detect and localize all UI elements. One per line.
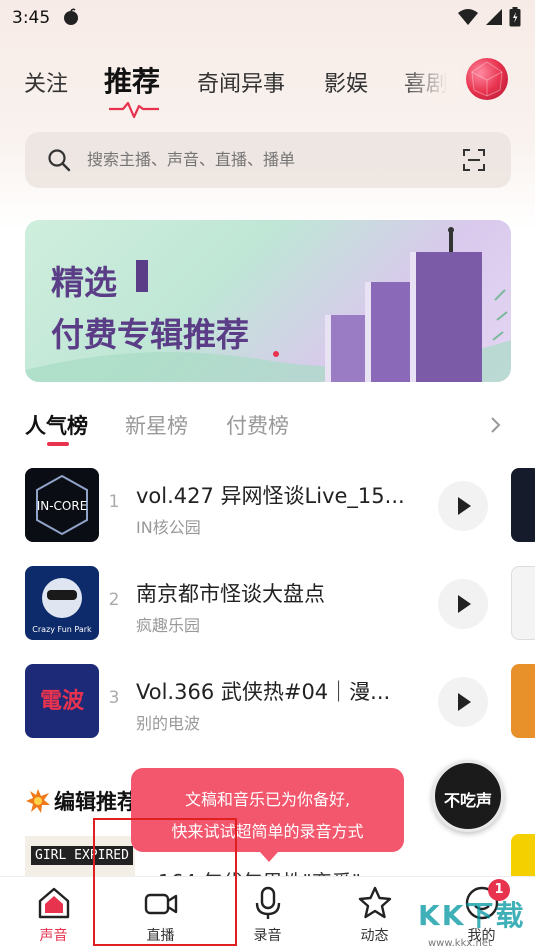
play-icon — [458, 693, 471, 711]
rank-tab-underline — [47, 442, 69, 446]
rank-number: 1 — [108, 492, 120, 512]
rank-number: 2 — [108, 590, 120, 610]
floating-player-label: 不吃声 — [443, 791, 492, 810]
floating-player[interactable]: 不吃声 — [432, 760, 504, 832]
album-cover: Crazy Fun Park — [25, 566, 99, 640]
nav-label: 声音 — [39, 928, 68, 944]
tab-strange-stories[interactable]: 奇闻异事 — [197, 66, 285, 98]
rank-number: 3 — [108, 688, 120, 708]
chevron-right-icon[interactable] — [489, 416, 501, 434]
wifi-icon — [458, 9, 478, 25]
tab-follow[interactable]: 关注 — [24, 66, 68, 98]
crazy-fun-park-cover-art: Crazy Fun Park — [32, 578, 92, 634]
status-bar: 3:45 — [0, 0, 535, 36]
search-bar[interactable] — [25, 132, 511, 188]
play-icon — [458, 497, 471, 515]
row-author: 别的电波 — [136, 714, 201, 733]
nav-sound[interactable]: 声音 — [0, 877, 107, 951]
banner-page-dot — [273, 351, 279, 357]
scan-icon[interactable] — [462, 148, 486, 172]
tooltip-line1: 文稿和音乐已为你备好, — [184, 790, 351, 809]
ranking-tabs: 人气榜 新星榜 付费榜 — [25, 408, 511, 448]
album-cover: IN-CORE — [25, 468, 99, 542]
album-cover: 電波 — [25, 664, 99, 738]
dianbo-cover-art: 電波 — [40, 689, 85, 714]
search-input[interactable] — [87, 132, 447, 188]
home-icon — [38, 887, 70, 919]
app-notification-icon — [64, 8, 78, 25]
signal-icon — [486, 9, 502, 25]
ranking-row[interactable]: IN-CORE 1 vol.427 异网怪谈Live_15... IN核公园 — [25, 468, 490, 544]
promo-banner[interactable]: 精选 付费专辑推荐 — [25, 220, 511, 382]
row-author: 疯趣乐园 — [136, 616, 201, 635]
banner-title-line1: 精选 — [51, 263, 117, 302]
nav-feed[interactable]: 动态 — [321, 877, 428, 951]
row-title: vol.427 异网怪谈Live_15... — [136, 484, 405, 508]
tooltip-arrow — [260, 852, 278, 862]
star-icon — [358, 886, 392, 919]
tab-recommend[interactable]: 推荐 — [104, 60, 160, 100]
tab-active-indicator — [109, 101, 159, 119]
svg-text:Crazy Fun Park: Crazy Fun Park — [32, 625, 92, 634]
svg-text:電波: 電波 — [40, 689, 85, 714]
ranking-row[interactable]: Crazy Fun Park 2 南京都市怪谈大盘点 疯趣乐园 — [25, 566, 490, 642]
next-column-cover-peek[interactable] — [511, 664, 535, 738]
play-button[interactable] — [438, 677, 488, 727]
status-time: 3:45 — [12, 8, 51, 28]
rank-tab-popular[interactable]: 人气榜 — [25, 410, 88, 440]
microphone-icon — [255, 886, 281, 919]
svg-text:IN-CORE: IN-CORE — [37, 499, 88, 513]
rank-tab-new-star[interactable]: 新星榜 — [125, 410, 188, 440]
editor-section-title: 编辑推荐 — [54, 790, 138, 814]
row-title: Vol.366 武侠热#04｜漫... — [136, 680, 391, 704]
banner-accent-bar — [136, 260, 148, 292]
avatar-pattern-icon — [471, 61, 503, 97]
play-button[interactable] — [438, 481, 488, 531]
user-avatar[interactable] — [466, 58, 508, 100]
battery-icon — [509, 7, 521, 27]
tabs-fade — [400, 66, 460, 102]
row-author: IN核公园 — [136, 518, 201, 537]
search-icon — [48, 149, 71, 172]
next-column-cover-peek[interactable] — [511, 566, 535, 640]
play-icon — [458, 595, 471, 613]
status-icons — [457, 7, 521, 27]
watermark-logo: KK下载 — [418, 899, 526, 932]
play-button[interactable] — [438, 579, 488, 629]
in-core-cover-art: IN-CORE — [36, 474, 88, 536]
tab-entertainment[interactable]: 影娱 — [324, 66, 368, 98]
next-column-cover-peek[interactable] — [511, 468, 535, 542]
nav-label: 动态 — [360, 928, 389, 944]
ranking-row[interactable]: 電波 3 Vol.366 武侠热#04｜漫... 别的电波 — [25, 664, 490, 740]
watermark-url: www.kkx.net — [428, 938, 492, 949]
rank-tab-paid[interactable]: 付费榜 — [226, 410, 289, 440]
banner-title-line2: 付费专辑推荐 — [51, 315, 249, 354]
highlight-box — [93, 818, 237, 946]
burst-icon — [26, 789, 50, 813]
row-title: 南京都市怪谈大盘点 — [136, 582, 325, 606]
